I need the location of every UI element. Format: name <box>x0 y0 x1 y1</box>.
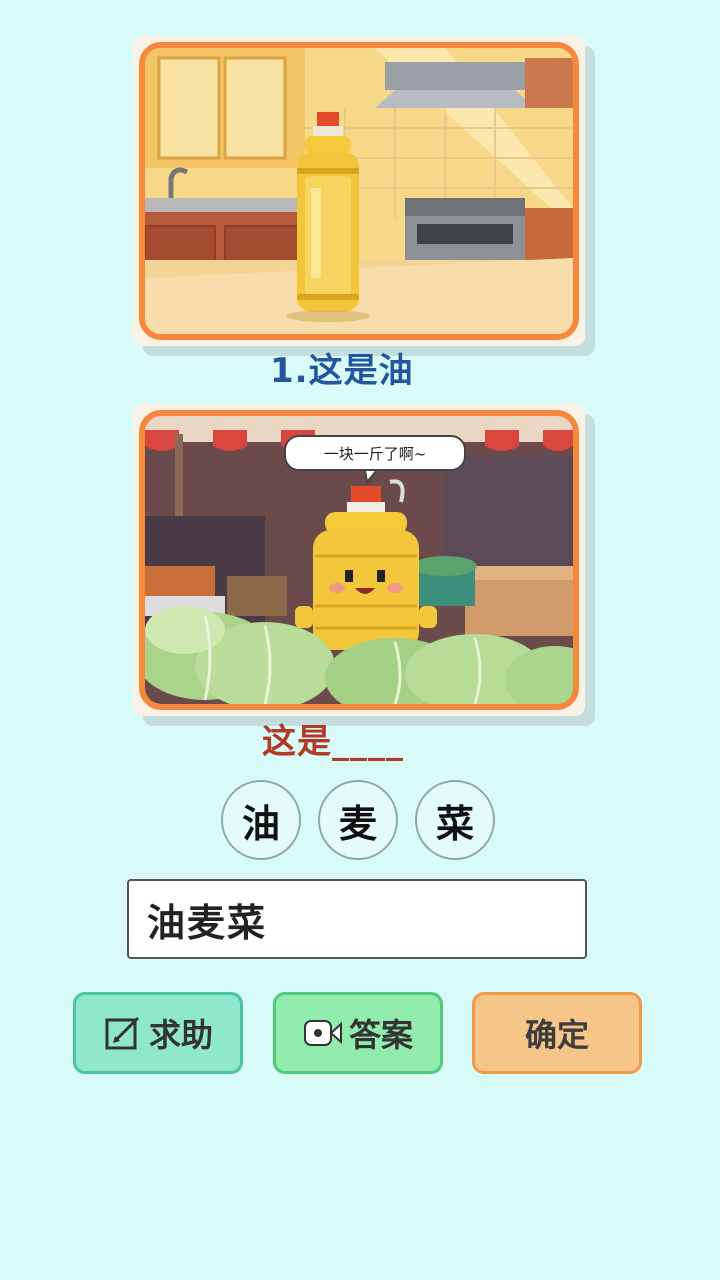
question-image-card-2: 一块一斤了啊~ <box>133 404 585 716</box>
confirm-label: 确定 <box>524 1016 589 1054</box>
answer-label: 答案 <box>348 1016 413 1054</box>
edit-icon <box>103 1013 143 1053</box>
kitchen-oil-illustration <box>139 42 579 340</box>
answer-input[interactable]: 油麦菜 <box>127 879 587 959</box>
char-option-3[interactable]: 菜 <box>415 780 495 860</box>
answer-button[interactable]: 答案 <box>273 992 443 1074</box>
video-icon <box>303 1013 343 1053</box>
speech-bubble-text: 一块一斤了啊~ <box>324 445 427 463</box>
char-option-1[interactable]: 油 <box>221 780 301 860</box>
help-button[interactable]: 求助 <box>73 992 243 1074</box>
question-image-card-1 <box>133 36 585 346</box>
help-label: 求助 <box>148 1016 213 1054</box>
confirm-button[interactable]: 确定 <box>472 992 642 1074</box>
question-1-caption: 1.这是油 <box>270 351 414 391</box>
character-options: 油 麦 菜 <box>221 780 501 860</box>
market-oil-illustration: 一块一斤了啊~ <box>139 410 579 710</box>
char-option-2[interactable]: 麦 <box>318 780 398 860</box>
question-2-caption: 这是____ <box>262 722 404 762</box>
